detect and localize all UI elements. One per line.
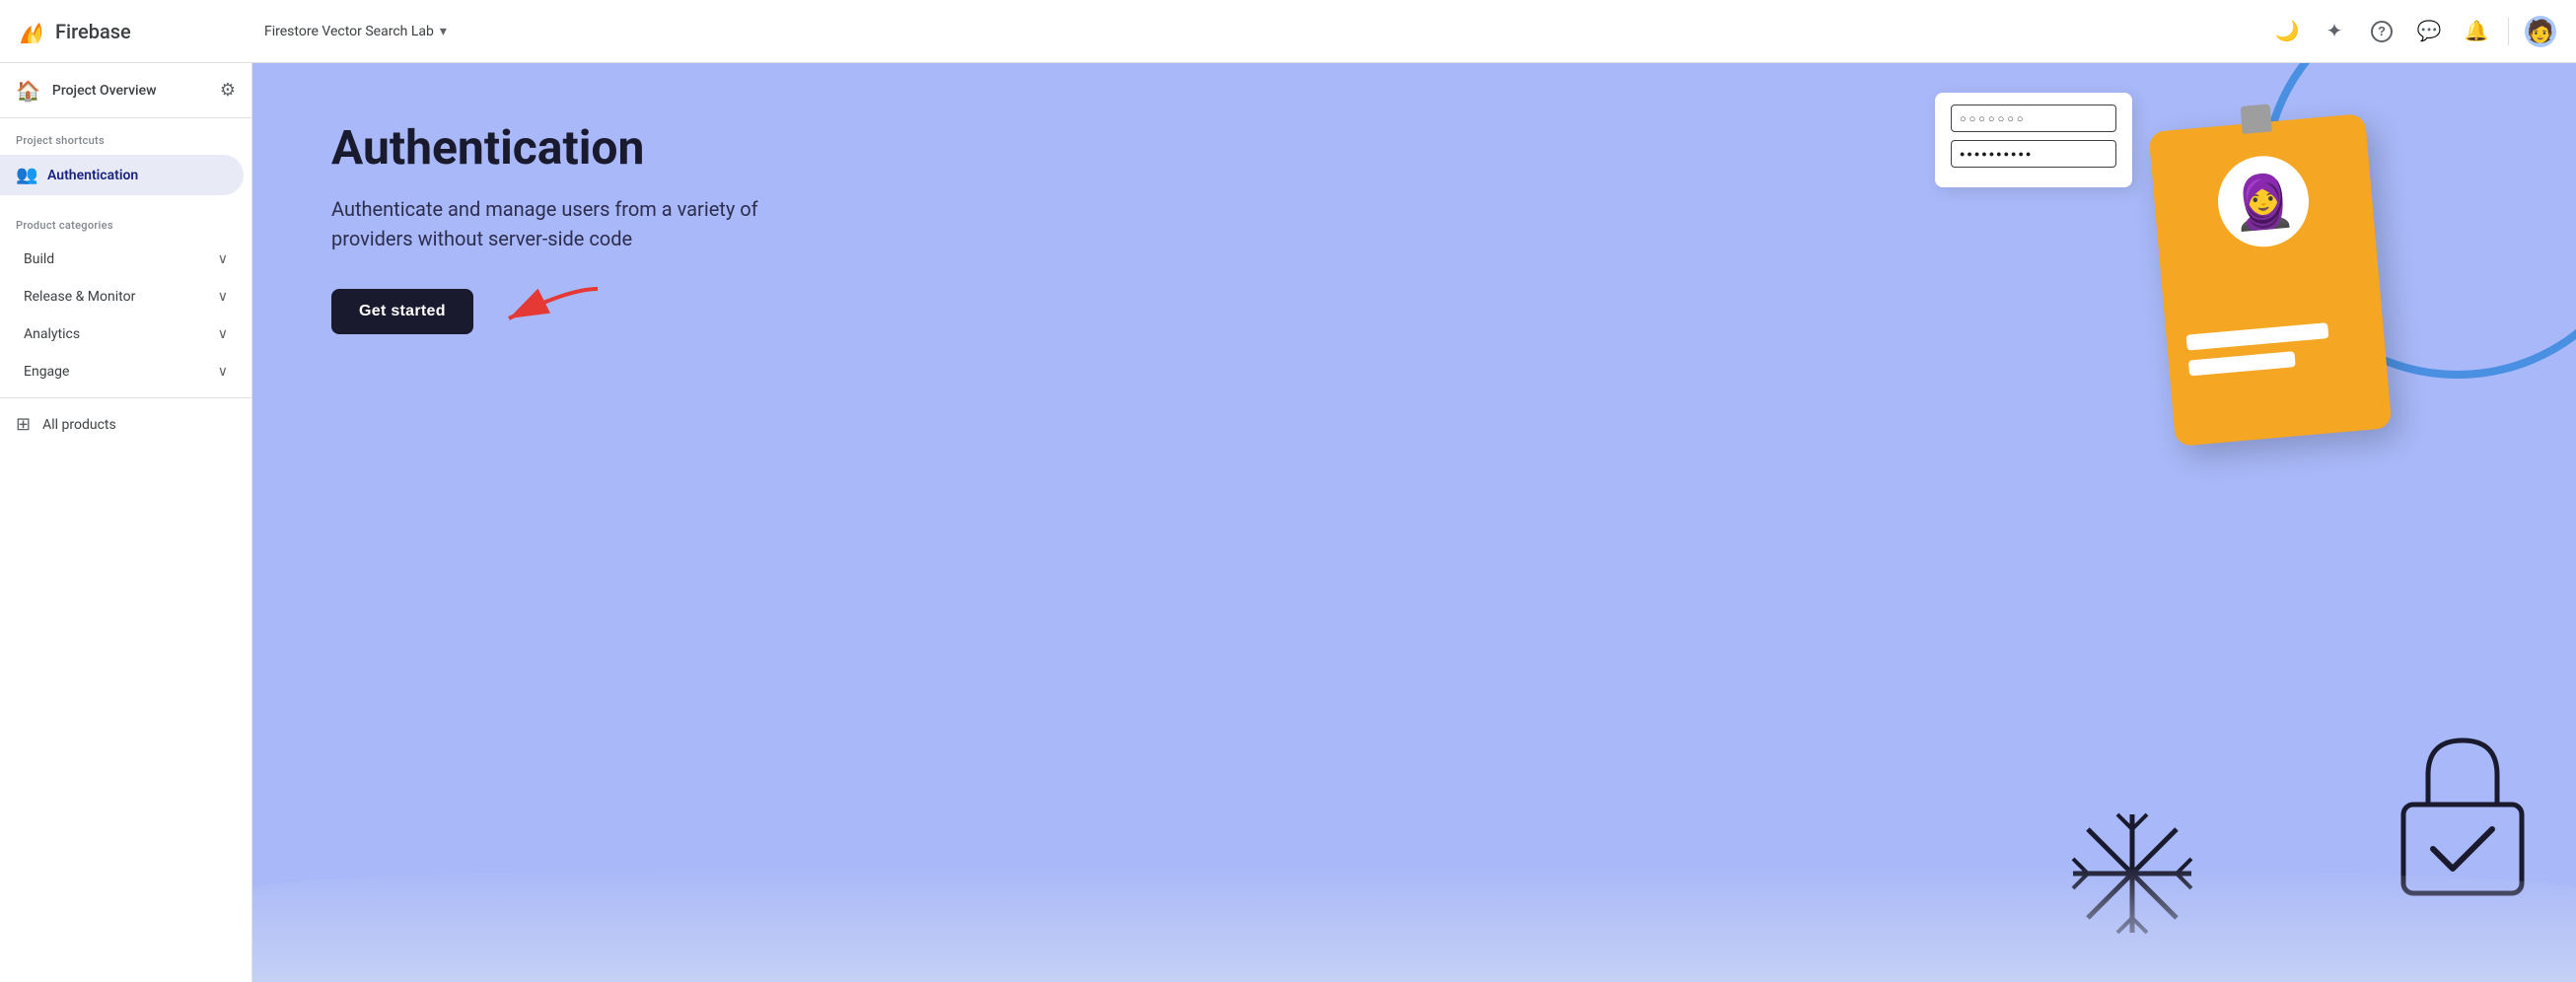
sidebar-all-products[interactable]: ⊞ All products [0,397,251,445]
analytics-chevron-icon: ∨ [218,326,228,342]
get-started-button[interactable]: Get started [331,289,473,334]
sidebar: 🏠 Project Overview ⚙ Project shortcuts 👥… [0,63,252,982]
sparkle-button[interactable]: ✦ [2315,12,2354,51]
sidebar-item-engage[interactable]: Engage ∨ [8,354,244,389]
hero-section: Authentication Authenticate and manage u… [252,63,844,393]
notifications-button[interactable]: 🔔 [2457,12,2496,51]
background-wave [252,864,2576,982]
main-content: ○○○○○○○ ●●●●●●●●●● Authentication Authen… [252,63,2576,982]
project-selector[interactable]: Firestore Vector Search Lab ▾ [256,18,455,45]
sparkle-icon: ✦ [2326,19,2343,43]
sidebar-item-release-monitor[interactable]: Release & Monitor ∨ [8,279,244,315]
id-card-photo: 🧕 [2210,148,2317,254]
sidebar-item-authentication[interactable]: 👥 Authentication [0,155,244,195]
firebase-flame-icon [16,16,47,47]
password-field: ●●●●●●●●●● [1951,140,2116,168]
hero-title: Authentication [331,122,765,175]
id-card-illustration: 🧕 [2148,113,2392,447]
username-field: ○○○○○○○ [1951,105,2116,132]
release-monitor-label: Release & Monitor [24,289,206,305]
dark-mode-icon: 🌙 [2275,19,2300,43]
app-layout: 🏠 Project Overview ⚙ Project shortcuts 👥… [0,63,2576,982]
sidebar-item-analytics[interactable]: Analytics ∨ [8,316,244,352]
feedback-icon: 💬 [2417,19,2442,43]
build-label: Build [24,251,206,267]
engage-chevron-icon: ∨ [218,364,228,380]
project-name: Firestore Vector Search Lab [264,24,434,39]
product-categories-label: Product categories [0,203,251,240]
help-icon: ? [2371,21,2393,42]
notifications-icon: 🔔 [2465,19,2489,43]
analytics-label: Analytics [24,326,206,342]
topbar-divider [2508,18,2509,45]
home-icon: 🏠 [16,79,40,103]
id-card-clip [2241,104,2272,134]
grid-icon: ⊞ [16,414,31,435]
authentication-label: Authentication [47,168,138,183]
project-shortcuts-section: Project shortcuts 👥 Authentication [0,118,251,195]
engage-label: Engage [24,364,206,380]
id-card-name-line [2186,322,2329,350]
sidebar-item-build[interactable]: Build ∨ [8,242,244,277]
user-avatar: 🧑 [2525,16,2556,47]
firebase-logo: Firebase [16,16,233,47]
topbar: Firebase Firestore Vector Search Lab ▾ 🌙… [0,0,2576,63]
username-field-dots: ○○○○○○○ [1960,112,2027,125]
cta-area: Get started [331,289,765,334]
topbar-actions: 🌙 ✦ ? 💬 🔔 🧑 [2267,12,2560,51]
authentication-icon: 👥 [16,165,36,185]
sidebar-project-overview[interactable]: 🏠 Project Overview ⚙ [0,63,251,118]
release-monitor-chevron-icon: ∨ [218,289,228,305]
product-categories-section: Product categories Build ∨ Release & Mon… [0,203,251,389]
sidebar-project-overview-label: Project Overview [52,83,208,99]
feedback-button[interactable]: 💬 [2409,12,2449,51]
help-button[interactable]: ? [2362,12,2401,51]
id-card-info-line [2188,351,2296,376]
build-chevron-icon: ∨ [218,251,228,267]
arrow-indicator [489,279,608,338]
all-products-label: All products [42,417,116,433]
settings-icon[interactable]: ⚙ [220,80,236,101]
project-dropdown-icon[interactable]: ▾ [440,24,447,39]
password-form-illustration: ○○○○○○○ ●●●●●●●●●● [1935,93,2132,187]
hero-description: Authenticate and manage users from a var… [331,194,765,253]
project-shortcuts-label: Project shortcuts [0,118,251,155]
password-field-dots: ●●●●●●●●●● [1960,149,2033,160]
dark-mode-button[interactable]: 🌙 [2267,12,2307,51]
firebase-wordmark: Firebase [55,20,131,43]
id-card-text-lines [2186,319,2368,386]
avatar-button[interactable]: 🧑 [2521,12,2560,51]
